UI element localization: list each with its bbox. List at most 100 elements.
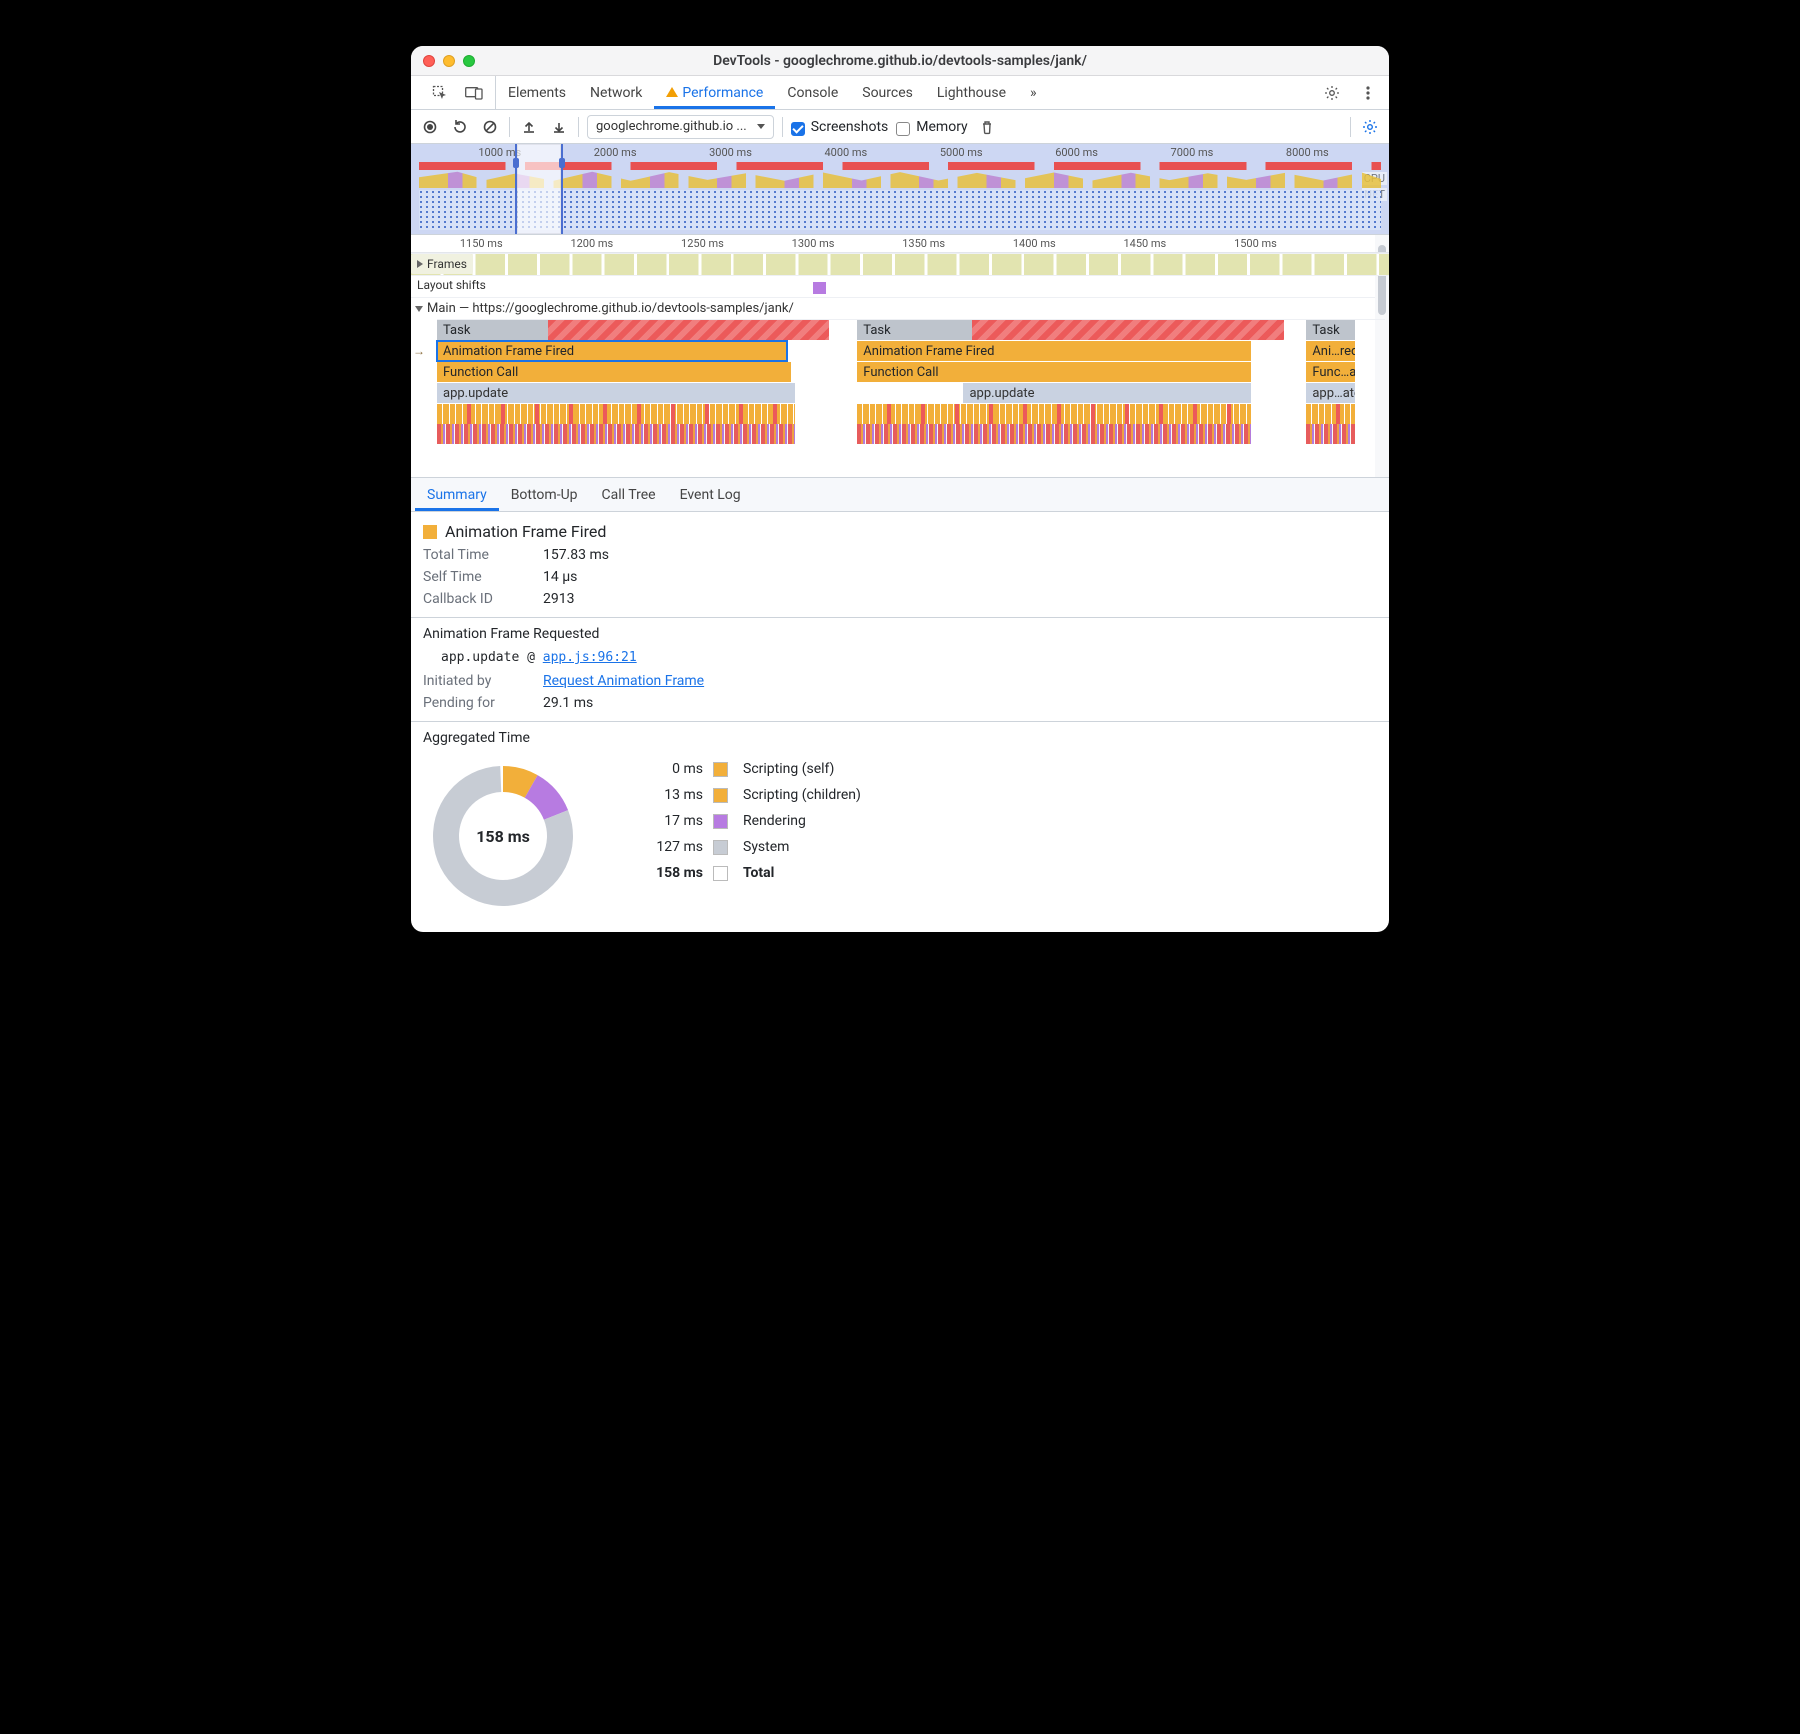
perf-settings-icon[interactable] (1359, 116, 1381, 138)
legend-value: 0 ms (623, 761, 703, 777)
event-name: Animation Frame Fired (445, 522, 606, 541)
screenshots-checkbox[interactable]: Screenshots (791, 119, 889, 135)
aggregated-legend: 0 ms Scripting (self)13 ms Scripting (ch… (623, 756, 1377, 886)
legend-value: 17 ms (623, 813, 703, 829)
long-task-stripe (548, 320, 829, 340)
legend-value: 127 ms (623, 839, 703, 855)
overview-time-ruler: 1000 ms2000 ms3000 ms4000 ms5000 ms6000 … (411, 146, 1389, 160)
window-titlebar: DevTools - googlechrome.github.io/devtoo… (411, 46, 1389, 76)
checkbox-memory-box (896, 122, 910, 136)
tab-lighthouse[interactable]: Lighthouse (925, 76, 1018, 109)
request-header: Animation Frame Requested (423, 626, 1377, 642)
tab-elements[interactable]: Elements (496, 76, 578, 109)
callback-id-label: Callback ID (423, 591, 543, 607)
record-button[interactable] (419, 116, 441, 138)
function-call-bar[interactable]: Func…all (1306, 362, 1355, 382)
memory-checkbox[interactable]: Memory (896, 119, 967, 135)
checkbox-screenshots-box (791, 122, 805, 136)
devtools-tabstrip: Elements Network Performance Console Sou… (411, 76, 1389, 110)
task-bar[interactable]: Task (1306, 320, 1355, 340)
overview-long-tasks-strip (419, 162, 1381, 170)
overview-tick: 3000 ms (709, 146, 752, 159)
tabs-overflow[interactable]: » (1018, 76, 1049, 109)
animation-frame-fired-bar[interactable]: Animation Frame Fired (857, 341, 1251, 361)
total-time-label: Total Time (423, 547, 543, 563)
legend-name: Scripting (children) (743, 787, 1377, 803)
main-thread-header[interactable]: Main — https://googlechrome.github.io/de… (411, 297, 1389, 319)
overview-cpu-chart (419, 170, 1381, 188)
frames-track[interactable]: Frames (411, 253, 1389, 275)
micro-tasks-strip (857, 404, 1251, 444)
total-time-value: 157.83 ms (543, 547, 1377, 563)
legend-swatch (713, 840, 728, 855)
devtools-window: DevTools - googlechrome.github.io/devtoo… (411, 46, 1389, 932)
main-thread-tracks[interactable]: → TaskAnimation Frame FiredFunction Call… (437, 319, 1385, 469)
download-profile-icon[interactable] (548, 116, 570, 138)
overview-minimap[interactable]: 1000 ms2000 ms3000 ms4000 ms5000 ms6000 … (411, 144, 1389, 235)
initiated-by-link[interactable]: Request Animation Frame (543, 673, 704, 689)
play-icon (417, 260, 423, 268)
tab-network[interactable]: Network (578, 76, 654, 109)
dtab-summary[interactable]: Summary (415, 478, 499, 511)
garbage-collect-icon[interactable] (976, 116, 998, 138)
kebab-menu-icon[interactable] (1357, 82, 1379, 104)
legend-value: 158 ms (623, 865, 703, 881)
reload-record-button[interactable] (449, 116, 471, 138)
flame-chart[interactable]: 1150 ms1200 ms1250 ms1300 ms1350 ms1400 … (411, 235, 1389, 478)
dtab-call-tree[interactable]: Call Tree (590, 478, 668, 511)
checkbox-screenshots-label: Screenshots (811, 119, 889, 135)
task-bar[interactable]: Task (857, 320, 1284, 340)
overview-tick: 1000 ms (478, 146, 521, 159)
legend-value: 13 ms (623, 787, 703, 803)
dtab-bottom-up[interactable]: Bottom-Up (499, 478, 590, 511)
legend-row: 13 ms Scripting (children) (623, 782, 1377, 808)
request-function: app.update @ (441, 650, 535, 665)
overview-tick: 7000 ms (1171, 146, 1214, 159)
function-call-bar[interactable]: Function Call (857, 362, 1251, 382)
micro-tasks-strip (1306, 404, 1355, 444)
app-update-bar[interactable]: app.update (963, 383, 1251, 403)
flame-tick: 1500 ms (1234, 237, 1277, 250)
settings-icon[interactable] (1321, 82, 1343, 104)
perf-toolbar: googlechrome.github.io ... Screenshots M… (411, 110, 1389, 144)
overview-tick: 5000 ms (940, 146, 983, 159)
frames-label: Frames (427, 257, 467, 271)
device-toolbar-icon[interactable] (463, 82, 485, 104)
animation-frame-fired-bar[interactable]: Ani…red (1306, 341, 1355, 361)
app-update-bar[interactable]: app.update (437, 383, 795, 403)
legend-name: System (743, 839, 1377, 855)
history-dropdown[interactable]: googlechrome.github.io ... (587, 115, 774, 139)
legend-total-row: 158 ms Total (623, 860, 1377, 886)
window-zoom-button[interactable] (463, 55, 475, 67)
inspect-element-icon[interactable] (429, 82, 451, 104)
legend-swatch (713, 788, 728, 803)
upload-profile-icon[interactable] (518, 116, 540, 138)
layout-shift-event[interactable] (813, 282, 826, 294)
layout-shifts-track[interactable]: Layout shifts (411, 275, 1389, 297)
flame-tick: 1200 ms (570, 237, 613, 250)
tab-sources[interactable]: Sources (850, 76, 925, 109)
flame-tick: 1400 ms (1013, 237, 1056, 250)
window-close-button[interactable] (423, 55, 435, 67)
legend-swatch (713, 762, 728, 777)
main-thread-label: Main — https://googlechrome.github.io/de… (427, 301, 794, 316)
animation-frame-fired-bar[interactable]: Animation Frame Fired (437, 341, 787, 361)
layout-shifts-label: Layout shifts (413, 278, 490, 292)
tab-performance[interactable]: Performance (654, 76, 775, 109)
aggregated-header: Aggregated Time (423, 730, 1377, 746)
donut-center-label: 158 ms (463, 796, 543, 876)
dtab-event-log[interactable]: Event Log (668, 478, 753, 511)
request-source-link[interactable]: app.js:96:21 (543, 650, 637, 665)
flame-tick: 1450 ms (1123, 237, 1166, 250)
flame-tick: 1250 ms (681, 237, 724, 250)
function-call-bar[interactable]: Function Call (437, 362, 791, 382)
window-minimize-button[interactable] (443, 55, 455, 67)
tab-console[interactable]: Console (775, 76, 850, 109)
legend-row: 17 ms Rendering (623, 808, 1377, 834)
legend-row: 0 ms Scripting (self) (623, 756, 1377, 782)
task-bar[interactable]: Task (437, 320, 829, 340)
app-update-bar[interactable]: app…ate (1306, 383, 1355, 403)
clear-button[interactable] (479, 116, 501, 138)
history-dropdown-label: googlechrome.github.io ... (596, 119, 747, 134)
legend-swatch (713, 814, 728, 829)
